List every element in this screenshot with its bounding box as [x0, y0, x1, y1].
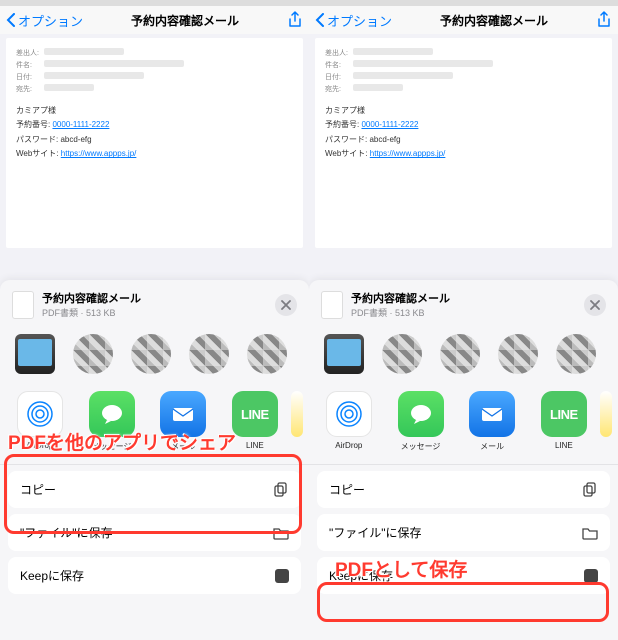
mail-hdr-date-label: 日付:: [16, 72, 44, 82]
app-line[interactable]: LINE LINE: [219, 391, 291, 452]
app-line[interactable]: LINE LINE: [528, 391, 600, 452]
app-airdrop-label: AirDrop: [4, 441, 76, 450]
mail-site-link[interactable]: https://www.appps.jp/: [61, 149, 137, 158]
share-icon: [287, 11, 303, 29]
contact-item[interactable]: [68, 334, 118, 374]
share-button[interactable]: [287, 11, 303, 29]
mail-hdr-subject-label: 件名:: [16, 60, 44, 70]
action-keep[interactable]: Keepに保存: [8, 557, 301, 594]
contact-item[interactable]: [435, 334, 485, 374]
share-icon: [596, 11, 612, 29]
page-title: 予約内容確認メール: [440, 12, 548, 29]
copy-icon: [582, 482, 598, 498]
screen-left: オプション 予約内容確認メール 差出人: 件名: 日付: 宛先: カミアプ様 予…: [0, 0, 309, 640]
mail-icon: [169, 400, 197, 428]
close-icon: [281, 300, 291, 310]
sheet-thumbnail: [12, 291, 34, 319]
close-button[interactable]: [584, 294, 606, 316]
mail-icon: [478, 400, 506, 428]
mail-greeting: カミアプ様: [16, 104, 293, 118]
folder-icon: [273, 525, 289, 541]
sheet-title: 予約内容確認メール: [42, 290, 267, 306]
contact-item[interactable]: [377, 334, 427, 374]
contact-mac[interactable]: [319, 334, 369, 374]
copy-icon: [273, 482, 289, 498]
app-mail-label: メール: [147, 441, 219, 452]
back-label: オプション: [327, 11, 392, 30]
app-airdrop[interactable]: AirDrop: [313, 391, 385, 452]
messages-icon: [407, 400, 435, 428]
contact-item[interactable]: [184, 334, 234, 374]
mail-password: パスワード: abcd-efg: [16, 133, 293, 147]
contacts-row: [309, 325, 618, 383]
contact-item[interactable]: [551, 334, 601, 374]
close-button[interactable]: [275, 294, 297, 316]
contact-item[interactable]: [493, 334, 543, 374]
action-copy[interactable]: コピー: [317, 471, 610, 508]
nav-bar: オプション 予約内容確認メール: [309, 0, 618, 34]
action-save-files-label: "ファイル"に保存: [20, 524, 113, 541]
app-messages[interactable]: メッセージ: [385, 391, 457, 452]
airdrop-icon: [25, 399, 55, 429]
app-notes-partial[interactable]: [600, 391, 614, 452]
mail-preview: 差出人: 件名: 日付: 宛先: カミアプ様 予約番号: 0000-1111-2…: [315, 38, 612, 248]
back-button[interactable]: オプション: [6, 11, 83, 30]
app-mail[interactable]: メール: [147, 391, 219, 452]
line-icon: LINE: [550, 407, 578, 422]
mail-preview: 差出人: 件名: 日付: 宛先: カミアプ様 予約番号: 0000-1111-2…: [6, 38, 303, 248]
chevron-left-icon: [6, 13, 16, 27]
back-button[interactable]: オプション: [315, 11, 392, 30]
contact-mac[interactable]: [10, 334, 60, 374]
apps-row: AirDrop メッセージ メール LINE LINE: [309, 383, 618, 465]
share-sheet: 予約内容確認メール PDF書類 · 513 KB AirDrop: [0, 280, 309, 640]
contacts-row: [0, 325, 309, 383]
contact-item[interactable]: [242, 334, 292, 374]
action-copy[interactable]: コピー: [8, 471, 301, 508]
app-line-label: LINE: [219, 441, 291, 450]
chevron-left-icon: [315, 13, 325, 27]
apps-row: AirDrop メッセージ メール LINE LINE: [0, 383, 309, 465]
action-keep[interactable]: Keepに保存: [317, 557, 610, 594]
back-label: オプション: [18, 11, 83, 30]
action-save-files[interactable]: "ファイル"に保存: [8, 514, 301, 551]
mail-resv-label: 予約番号:: [16, 120, 50, 129]
folder-icon: [582, 525, 598, 541]
contact-item[interactable]: [126, 334, 176, 374]
mail-resv-link[interactable]: 0000-1111-2222: [52, 120, 109, 129]
action-keep-label: Keepに保存: [20, 567, 84, 584]
app-notes-partial[interactable]: [291, 391, 305, 452]
screen-right: オプション 予約内容確認メール 差出人: 件名: 日付: 宛先: カミアプ様 予…: [309, 0, 618, 640]
messages-icon: [98, 400, 126, 428]
actions-list: コピー "ファイル"に保存 Keepに保存: [0, 465, 309, 594]
actions-list: コピー "ファイル"に保存 Keepに保存: [309, 465, 618, 594]
app-messages[interactable]: メッセージ: [76, 391, 148, 452]
app-airdrop[interactable]: AirDrop: [4, 391, 76, 452]
app-messages-label: メッセージ: [76, 441, 148, 452]
page-title: 予約内容確認メール: [131, 12, 239, 29]
line-icon: LINE: [241, 407, 269, 422]
nav-bar: オプション 予約内容確認メール: [0, 0, 309, 34]
sheet-thumbnail: [321, 291, 343, 319]
app-mail[interactable]: メール: [456, 391, 528, 452]
sheet-subtitle: PDF書類 · 513 KB: [42, 306, 267, 319]
airdrop-icon: [334, 399, 364, 429]
action-copy-label: コピー: [20, 481, 56, 498]
action-save-files[interactable]: "ファイル"に保存: [317, 514, 610, 551]
share-sheet: 予約内容確認メール PDF書類 · 513 KB AirDrop: [309, 280, 618, 640]
share-button[interactable]: [596, 11, 612, 29]
mail-hdr-to-label: 宛先:: [16, 84, 44, 94]
mail-hdr-sender-label: 差出人:: [16, 48, 44, 58]
mail-site-label: Webサイト:: [16, 149, 59, 158]
close-icon: [590, 300, 600, 310]
